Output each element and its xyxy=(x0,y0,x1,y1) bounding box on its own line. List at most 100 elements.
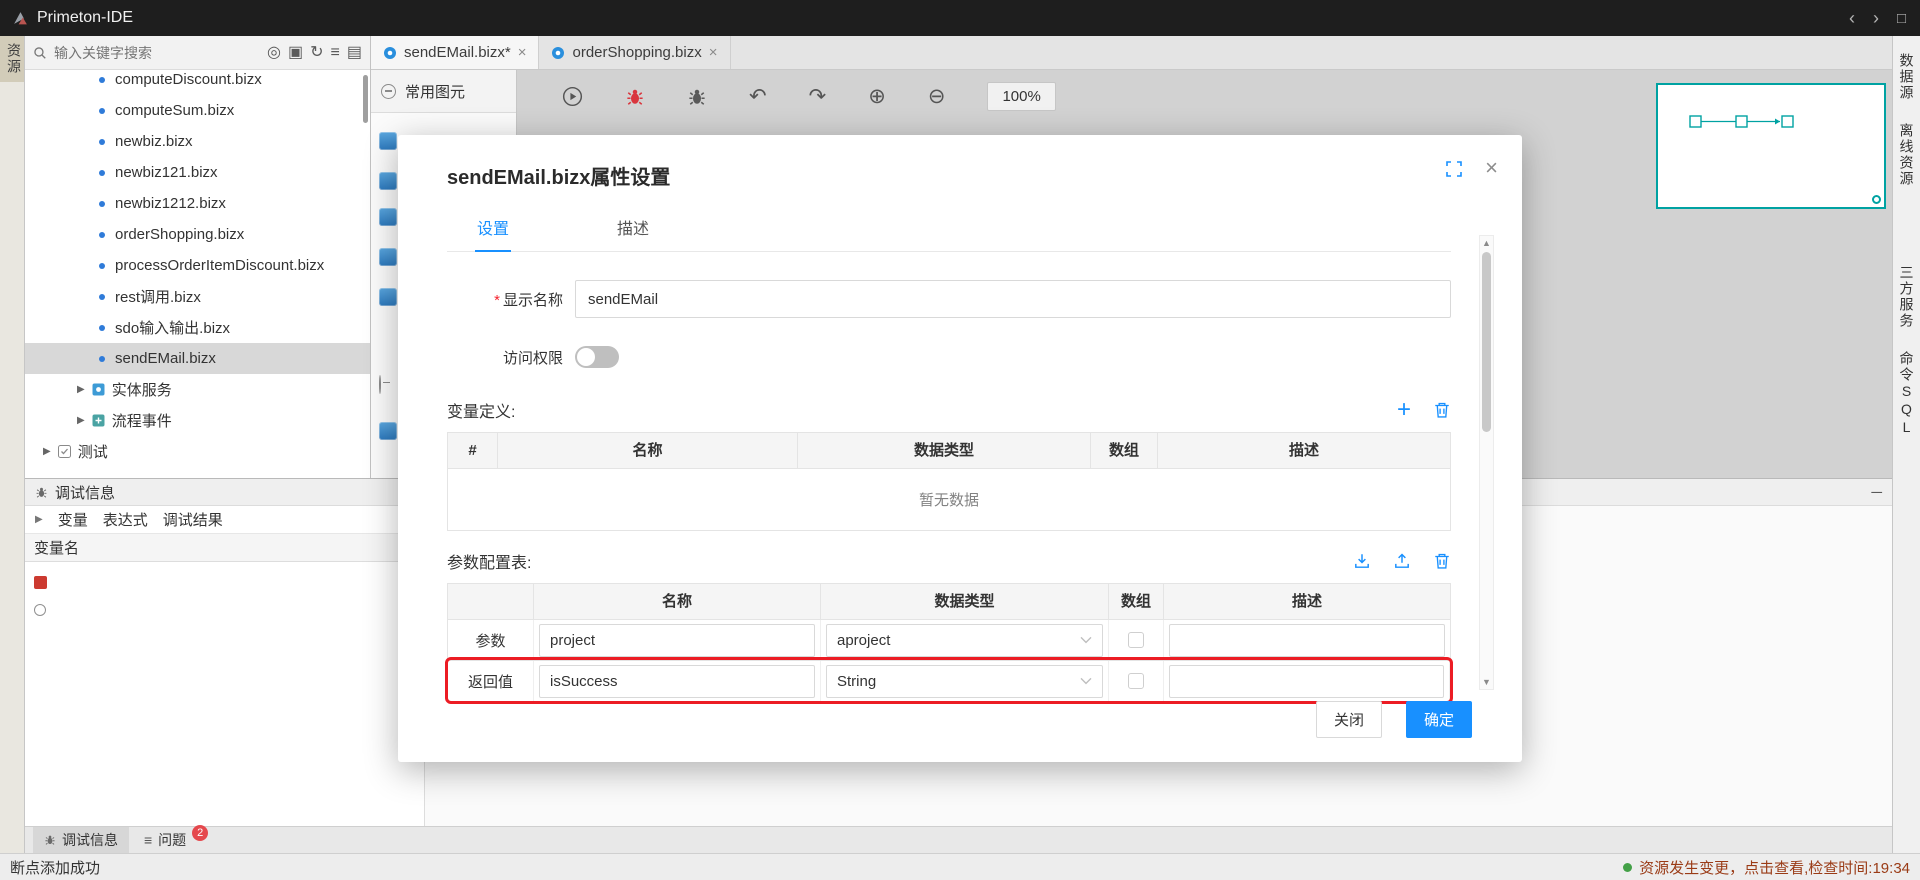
col-header: 数据类型 xyxy=(798,433,1091,468)
close-icon[interactable]: × xyxy=(709,44,718,61)
run-icon[interactable] xyxy=(562,86,583,107)
close-icon[interactable]: × xyxy=(1485,155,1498,181)
locate-icon[interactable]: ◎ xyxy=(267,45,281,61)
list-icon: ≡ xyxy=(144,832,152,848)
palette-item-icon[interactable] xyxy=(379,172,397,190)
sidebar-tab-datasource[interactable]: 数据源 xyxy=(1897,42,1917,112)
zoom-out-icon[interactable]: ⊖ xyxy=(928,86,946,107)
col-header: 描述 xyxy=(1164,584,1450,619)
tree-item[interactable]: orderShopping.bizx xyxy=(25,219,370,250)
access-toggle[interactable] xyxy=(575,346,619,368)
param-type-select[interactable]: aproject xyxy=(826,624,1103,657)
sidebar-tab-command-sql[interactable]: 命令SQL xyxy=(1897,340,1917,448)
toggle-knob xyxy=(577,348,595,366)
dialog-tabs: 设置 描述 xyxy=(447,204,1451,252)
display-name-field[interactable] xyxy=(575,280,1451,318)
close-icon[interactable]: × xyxy=(518,44,527,61)
flow-anchor-icon[interactable] xyxy=(1872,195,1881,204)
import-icon[interactable] xyxy=(1353,552,1371,570)
tree-item[interactable]: rest调用.bizx xyxy=(25,281,370,312)
palette-item-icon[interactable] xyxy=(379,208,397,226)
tree-item[interactable]: newbiz121.bizx xyxy=(25,157,370,188)
ok-button[interactable]: 确定 xyxy=(1406,701,1472,738)
tab-expressions[interactable]: 表达式 xyxy=(103,509,148,530)
resume-icon[interactable] xyxy=(34,604,46,616)
sort-icon[interactable]: ≡ xyxy=(331,45,340,61)
collapse-icon[interactable] xyxy=(379,375,381,394)
param-desc-field[interactable] xyxy=(1169,624,1445,657)
tree-folder[interactable]: ▶ 测试 xyxy=(25,436,370,467)
service-icon xyxy=(92,383,105,396)
undo-icon[interactable]: ↶ xyxy=(749,86,767,107)
file-bullet-icon xyxy=(99,325,105,331)
nav-back-icon[interactable]: ‹ xyxy=(1849,8,1855,29)
tree-item[interactable]: newbiz1212.bizx xyxy=(25,188,370,219)
minimize-icon[interactable]: ─ xyxy=(1871,484,1882,501)
resource-change-notice[interactable]: 资源发生变更，点击查看,检查时间:19:34 xyxy=(1639,857,1910,878)
editor-tab-label: orderShopping.bizx xyxy=(572,44,701,61)
tab-debug-results[interactable]: 调试结果 xyxy=(163,509,223,530)
debug-bug-icon[interactable] xyxy=(687,87,707,107)
palette-group-header[interactable] xyxy=(379,376,381,394)
zoom-in-icon[interactable]: ⊕ xyxy=(868,86,886,107)
return-desc-field[interactable] xyxy=(1169,665,1444,698)
array-checkbox[interactable] xyxy=(1128,632,1144,648)
tab-description[interactable]: 描述 xyxy=(615,204,651,251)
chevron-right-icon[interactable]: ▶ xyxy=(77,415,85,426)
tree-item[interactable]: processOrderItemDiscount.bizx xyxy=(25,250,370,281)
tree-item[interactable]: computeSum.bizx xyxy=(25,95,370,126)
palette-item-icon[interactable] xyxy=(379,288,397,306)
sidebar-tab-thirdparty-services[interactable]: 三方服务 xyxy=(1897,254,1917,340)
tree-folder-label: 测试 xyxy=(78,441,108,462)
editor-tab-ordershopping[interactable]: orderShopping.bizx × xyxy=(539,36,730,69)
nav-forward-icon[interactable]: › xyxy=(1873,8,1879,29)
sidebar-tab-offline-resources[interactable]: 离线资源 xyxy=(1897,112,1917,198)
scroll-down-icon[interactable]: ▼ xyxy=(1480,677,1493,687)
delete-param-icon[interactable] xyxy=(1433,552,1451,570)
tree-item[interactable]: sdo输入输出.bizx xyxy=(25,312,370,343)
editor-tab-sendemail[interactable]: sendEMail.bizx* × xyxy=(371,36,539,69)
chevron-right-icon[interactable]: ▶ xyxy=(77,384,85,395)
collapse-icon[interactable] xyxy=(381,84,396,99)
palette-item-icon[interactable] xyxy=(379,422,397,440)
palette-item-icon[interactable] xyxy=(379,132,397,150)
tree-item-selected[interactable]: sendEMail.bizx xyxy=(25,343,370,374)
redo-icon[interactable]: ↷ xyxy=(809,86,827,107)
tree-item[interactable]: computeDiscount.bizx xyxy=(25,70,370,95)
param-name-field[interactable] xyxy=(539,624,815,657)
layout-icon[interactable]: □ xyxy=(1897,10,1906,27)
scrollbar-thumb[interactable] xyxy=(1482,252,1491,432)
return-name-field[interactable] xyxy=(539,665,815,698)
tab-variables[interactable]: 变量 xyxy=(58,509,88,530)
stop-icon[interactable] xyxy=(34,576,47,589)
add-variable-icon[interactable]: + xyxy=(1397,398,1411,422)
search-input[interactable] xyxy=(54,45,260,61)
scroll-up-icon[interactable]: ▲ xyxy=(1480,238,1493,248)
tree-scrollbar[interactable] xyxy=(363,75,368,123)
tree-folder[interactable]: ▶ 实体服务 xyxy=(25,374,370,405)
palette-title: 常用图元 xyxy=(405,81,465,102)
array-checkbox[interactable] xyxy=(1128,673,1144,689)
tab-problems[interactable]: ≡ 问题 2 xyxy=(133,827,219,853)
debug-bug-red-icon[interactable] xyxy=(625,87,645,107)
package-icon[interactable]: ▣ xyxy=(288,45,303,61)
copy-icon[interactable]: ▤ xyxy=(347,45,362,61)
close-button[interactable]: 关闭 xyxy=(1316,701,1382,738)
refresh-icon[interactable]: ↻ xyxy=(310,45,323,61)
export-icon[interactable] xyxy=(1393,552,1411,570)
sidebar-tab-resources[interactable]: 资源 xyxy=(0,36,24,82)
debug-play-icon[interactable]: ▶ xyxy=(35,514,43,525)
zoom-level[interactable]: 100% xyxy=(987,82,1055,111)
return-type-select[interactable]: String xyxy=(826,665,1103,698)
tab-debug-info[interactable]: 调试信息 xyxy=(33,827,129,853)
palette-item-icon[interactable] xyxy=(379,248,397,266)
palette-header[interactable]: 常用图元 xyxy=(371,70,516,113)
flow-diagram-page[interactable] xyxy=(1656,83,1886,209)
delete-variable-icon[interactable] xyxy=(1433,401,1451,419)
chevron-right-icon[interactable]: ▶ xyxy=(43,446,51,457)
dialog-scrollbar[interactable]: ▲ ▼ xyxy=(1479,235,1494,690)
tree-folder[interactable]: ▶ 流程事件 xyxy=(25,405,370,436)
expand-icon[interactable] xyxy=(1446,161,1462,177)
tree-item[interactable]: newbiz.bizx xyxy=(25,126,370,157)
tab-settings[interactable]: 设置 xyxy=(475,204,511,252)
